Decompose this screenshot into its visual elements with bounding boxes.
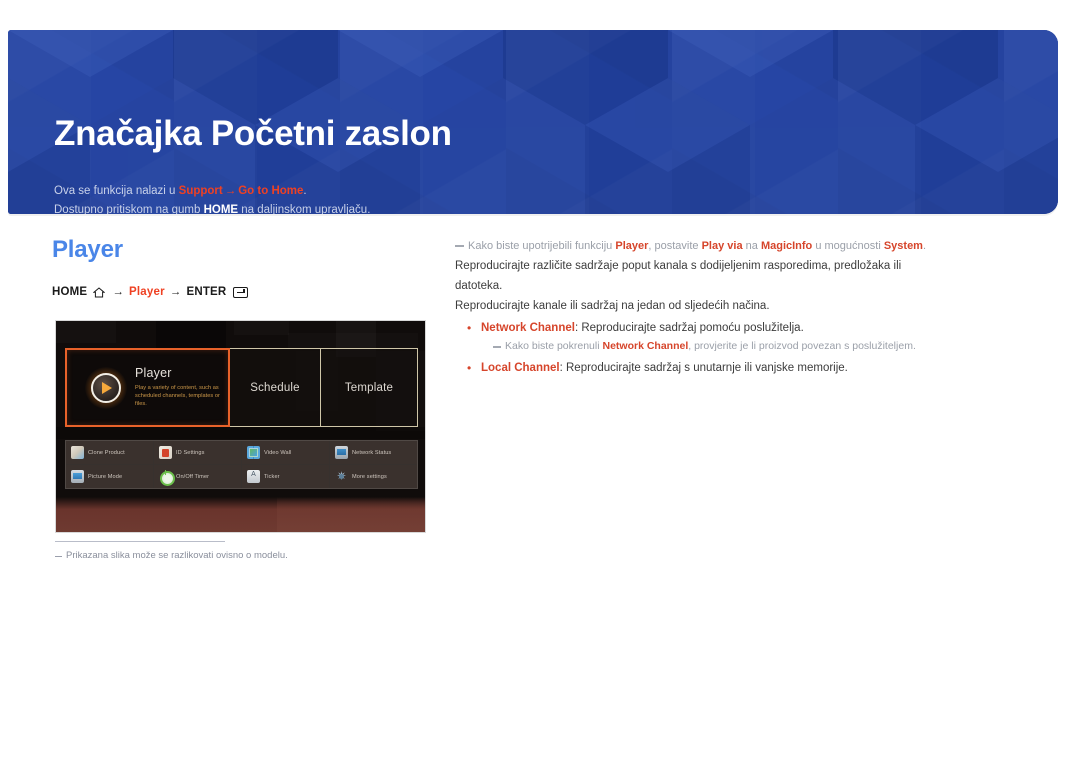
menu-item-network-status[interactable]: Network Status xyxy=(330,441,417,464)
menu-item-picture-mode[interactable]: Picture Mode xyxy=(66,465,153,488)
tv-bottom-gradient-strip xyxy=(56,497,425,532)
caption-label: Prikazana slika može se razlikovati ovis… xyxy=(66,550,288,561)
tile-player-label: Player xyxy=(135,366,172,380)
bullet-text: : Reproducirajte sadržaj s unutarnje ili… xyxy=(559,362,848,374)
page-title: Značajka Početni zaslon xyxy=(54,114,452,153)
tile-schedule-label: Schedule xyxy=(250,381,300,394)
breadcrumb-enter: ENTER xyxy=(186,286,227,298)
more-settings-icon xyxy=(335,469,348,483)
subnote-network-channel: Kako biste pokrenuli Network Channel, pr… xyxy=(455,337,935,356)
tile-player[interactable]: Player Play a variety of content, such a… xyxy=(65,348,230,427)
go-to-home-link[interactable]: Go to Home xyxy=(238,185,303,197)
menu-item-clone-product[interactable]: Clone Product xyxy=(66,441,153,464)
breadcrumb-arrow-1: → xyxy=(112,286,125,298)
menu-label: Picture Mode xyxy=(88,473,123,480)
video-wall-icon xyxy=(247,446,260,459)
term-system: System xyxy=(883,240,923,252)
term-play-via: Play via xyxy=(701,240,743,252)
bullet-local-channel: • Local Channel: Reproducirajte sadržaj … xyxy=(455,358,935,378)
tv-main-tiles: Player Play a variety of content, such a… xyxy=(65,348,418,427)
arrow-right-icon: → xyxy=(224,185,237,197)
support-link[interactable]: Support xyxy=(179,185,223,197)
page-header-banner: Značajka Početni zaslon Ova se funkcija … xyxy=(8,30,1058,214)
menu-label: On/Off Timer xyxy=(176,473,210,480)
tv-settings-menu-grid: Clone Product ID Settings Video Wall Net… xyxy=(65,440,418,489)
ticker-icon xyxy=(247,470,260,483)
term-network-channel: Network Channel xyxy=(481,322,575,334)
dash-marker-icon xyxy=(493,346,501,348)
banner-subtitle-line-2: Dostupno pritiskom na gumb HOME na dalji… xyxy=(54,204,371,214)
term-local-channel: Local Channel xyxy=(481,362,560,374)
bullet-dot-icon: • xyxy=(467,321,472,335)
menu-item-more-settings[interactable]: More settings xyxy=(330,465,417,488)
menu-label: Ticker xyxy=(264,473,280,480)
menu-label: Video Wall xyxy=(264,449,292,456)
tile-player-description: Play a variety of content, such as sched… xyxy=(135,385,220,407)
caption-divider xyxy=(55,541,225,542)
breadcrumb-player[interactable]: Player xyxy=(129,286,165,298)
menu-label: Clone Product xyxy=(88,449,125,456)
paragraph-2: Reproducirajte kanale ili sadržaj na jed… xyxy=(455,300,770,312)
id-settings-icon xyxy=(159,446,172,459)
enter-key-icon xyxy=(233,286,249,298)
menu-item-ticker[interactable]: Ticker xyxy=(242,465,329,488)
section-heading: Player xyxy=(52,236,123,263)
breadcrumb-arrow-2: → xyxy=(169,286,182,298)
note-play-via: Kako biste upotrijebili funkciju Player,… xyxy=(455,236,935,256)
menu-label: More settings xyxy=(352,473,387,480)
term-player: Player xyxy=(615,240,649,252)
bullet-text: : Reproducirajte sadržaj pomoću poslužit… xyxy=(574,322,804,334)
paragraph-1: Reproducirajte različite sadržaje poput … xyxy=(455,260,902,292)
term-network-channel: Network Channel xyxy=(602,340,689,352)
home-key-label: HOME xyxy=(203,204,239,214)
description-column: Kako biste upotrijebili funkciju Player,… xyxy=(455,236,935,378)
on-off-timer-icon xyxy=(159,470,175,486)
dash-marker-icon xyxy=(455,245,464,247)
banner-subtitle: Ova se funkcija nalazi u Support → Go to H… xyxy=(54,182,370,214)
breadcrumb: HOME → Player → ENTER xyxy=(52,286,249,298)
bullet-network-channel: • Network Channel: Reproducirajte sadrža… xyxy=(455,318,935,338)
term-magicinfo: MagicInfo xyxy=(760,240,813,252)
figure-caption: Prikazana slika može se razlikovati ovis… xyxy=(55,541,288,561)
bullet-dot-icon: • xyxy=(467,361,472,375)
menu-item-video-wall[interactable]: Video Wall xyxy=(242,441,329,464)
tile-template-label: Template xyxy=(344,381,394,394)
home-icon xyxy=(93,286,106,298)
menu-label: ID Settings xyxy=(176,449,205,456)
tile-template[interactable]: Template xyxy=(320,348,418,427)
menu-label: Network Status xyxy=(352,449,392,456)
menu-item-on-off-timer[interactable]: On/Off Timer xyxy=(154,465,241,488)
play-circle-icon xyxy=(85,366,127,409)
banner-subtitle-line-1: Ova se funkcija nalazi u Support → Go to H… xyxy=(54,185,307,197)
picture-mode-icon xyxy=(71,470,84,483)
tv-home-screen-screenshot: Player Play a variety of content, such a… xyxy=(55,320,426,533)
menu-item-id-settings[interactable]: ID Settings xyxy=(154,441,241,464)
tile-schedule[interactable]: Schedule xyxy=(229,348,321,427)
main-content: Player HOME → Player → ENTER Player Play… xyxy=(0,214,1080,763)
breadcrumb-home: HOME xyxy=(52,286,88,298)
clone-product-icon xyxy=(71,446,84,459)
dash-marker-icon xyxy=(55,556,62,558)
network-status-icon xyxy=(335,446,348,459)
